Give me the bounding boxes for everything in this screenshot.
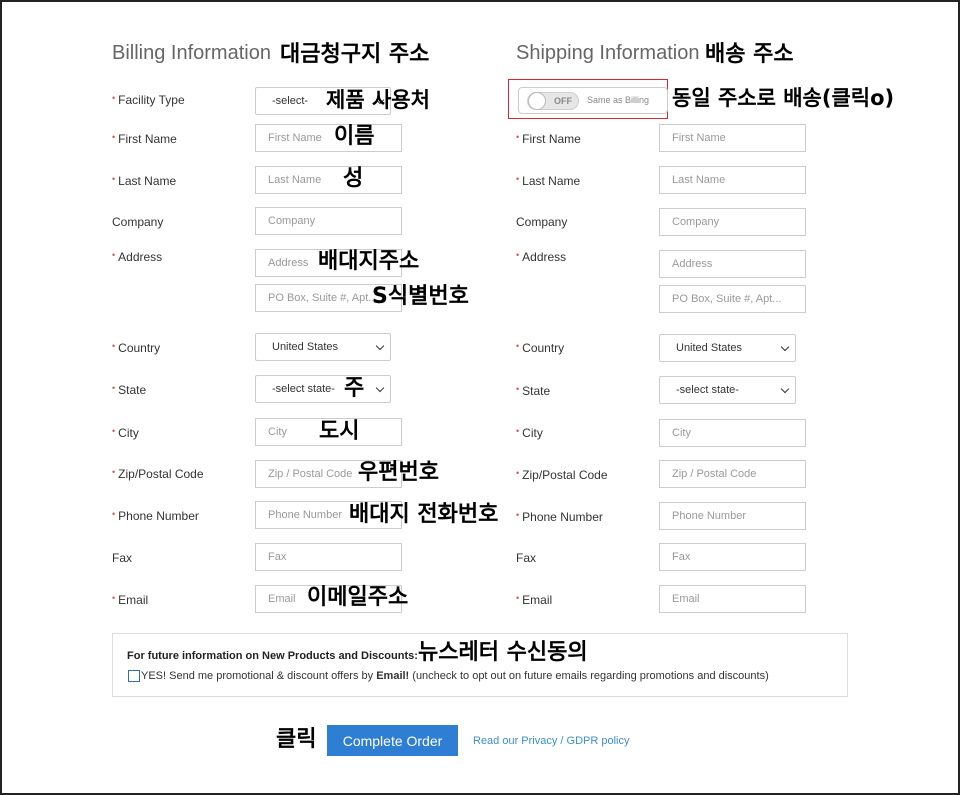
shipping-company-input[interactable]: Company — [659, 208, 806, 236]
billing-zip-label: • Zip/Postal Code — [112, 467, 204, 481]
shipping-email-input[interactable]: Email — [659, 585, 806, 613]
zip-annotation: 우편번호 — [358, 460, 439, 485]
billing-last-name-label: • Last Name — [112, 174, 177, 188]
city-annotation: 도시 — [319, 419, 360, 444]
billing-last-name-input[interactable]: Last Name — [255, 166, 402, 194]
chevron-down-icon — [780, 384, 790, 394]
shipping-phone-input[interactable]: Phone Number — [659, 502, 806, 530]
privacy-policy-link[interactable]: Read our Privacy / GDPR policy — [473, 735, 630, 747]
billing-country-select[interactable]: United States — [255, 333, 391, 361]
shipping-company-label: Company — [516, 215, 568, 229]
toggle-knob — [528, 92, 546, 110]
toggle-annotation: 동일 주소로 배송(클릭o) — [672, 86, 895, 110]
billing-fax-label: Fax — [112, 551, 133, 565]
shipping-last-name-label: • Last Name — [516, 174, 581, 188]
billing-country-value: United States — [272, 341, 339, 353]
facility-type-value: -select- — [272, 95, 309, 107]
click-annotation: 클릭 — [276, 727, 317, 752]
billing-fax-input[interactable]: Fax — [255, 543, 402, 571]
shipping-title: Shipping Information — [516, 42, 700, 64]
billing-state-value: -select state- — [272, 383, 335, 395]
shipping-email-label: • Email — [516, 593, 553, 607]
newsletter-title: For future information on New Products a… — [127, 650, 418, 662]
shipping-city-input[interactable]: City — [659, 419, 806, 447]
facility-type-annotation: 제품 사용처 — [326, 88, 430, 112]
complete-order-button[interactable]: Complete Order — [327, 725, 458, 756]
billing-title-annotation: 대금청구지 주소 — [280, 42, 430, 67]
first-name-annotation: 이름 — [334, 124, 375, 149]
shipping-city-label: • City — [516, 426, 543, 440]
billing-first-name-input[interactable]: First Name — [255, 124, 402, 152]
same-as-billing-label: Same as Billing — [587, 95, 650, 105]
shipping-first-name-label: • First Name — [516, 132, 581, 146]
billing-state-label: • State — [112, 383, 147, 397]
last-name-annotation: 성 — [343, 166, 364, 191]
billing-company-label: Company — [112, 215, 164, 229]
address-annotation: 배대지주소 — [318, 249, 420, 274]
billing-country-label: • Country — [112, 341, 161, 355]
shipping-fax-input[interactable]: Fax — [659, 543, 806, 571]
same-as-billing-toggle[interactable]: OFF Same as Billing — [518, 87, 668, 114]
toggle-state-text: OFF — [554, 96, 572, 106]
toggle-switch[interactable]: OFF — [527, 92, 579, 110]
newsletter-annotation: 뉴스레터 수신동의 — [418, 640, 588, 665]
shipping-fax-label: Fax — [516, 551, 537, 565]
billing-state-select[interactable]: -select state- — [255, 375, 391, 403]
chevron-down-icon — [375, 341, 385, 351]
newsletter-checkbox-label[interactable]: YES! Send me promotional & discount offe… — [141, 670, 769, 682]
billing-city-label: • City — [112, 426, 139, 440]
shipping-state-label: • State — [516, 384, 551, 398]
billing-email-label: • Email — [112, 593, 149, 607]
billing-phone-label: • Phone Number — [112, 509, 199, 523]
shipping-state-select[interactable]: -select state- — [659, 376, 796, 404]
shipping-zip-label: • Zip/Postal Code — [516, 468, 608, 482]
address2-annotation: S식별번호 — [372, 284, 469, 309]
shipping-phone-label: • Phone Number — [516, 510, 603, 524]
shipping-address-label: • Address — [516, 250, 567, 264]
shipping-first-name-input[interactable]: First Name — [659, 124, 806, 152]
billing-first-name-label: • First Name — [112, 132, 177, 146]
chevron-down-icon — [780, 342, 790, 352]
shipping-country-value: United States — [676, 342, 743, 354]
billing-address-label: • Address — [112, 250, 163, 264]
phone-annotation: 배대지 전화번호 — [349, 502, 499, 527]
shipping-address2-input[interactable]: PO Box, Suite #, Apt... — [659, 285, 806, 313]
billing-company-input[interactable]: Company — [255, 207, 402, 235]
shipping-address-input[interactable]: Address — [659, 250, 806, 278]
shipping-last-name-input[interactable]: Last Name — [659, 166, 806, 194]
shipping-zip-input[interactable]: Zip / Postal Code — [659, 460, 806, 488]
state-annotation: 주 — [344, 376, 365, 401]
newsletter-checkbox[interactable] — [128, 670, 140, 682]
shipping-state-value: -select state- — [676, 384, 739, 396]
billing-title: Billing Information — [112, 42, 271, 64]
email-annotation: 이메일주소 — [307, 585, 409, 610]
chevron-down-icon — [375, 383, 385, 393]
facility-type-label: • Facility Type — [112, 93, 185, 107]
shipping-country-label: • Country — [516, 341, 565, 355]
shipping-country-select[interactable]: United States — [659, 334, 796, 362]
shipping-title-annotation: 배송 주소 — [705, 42, 794, 67]
